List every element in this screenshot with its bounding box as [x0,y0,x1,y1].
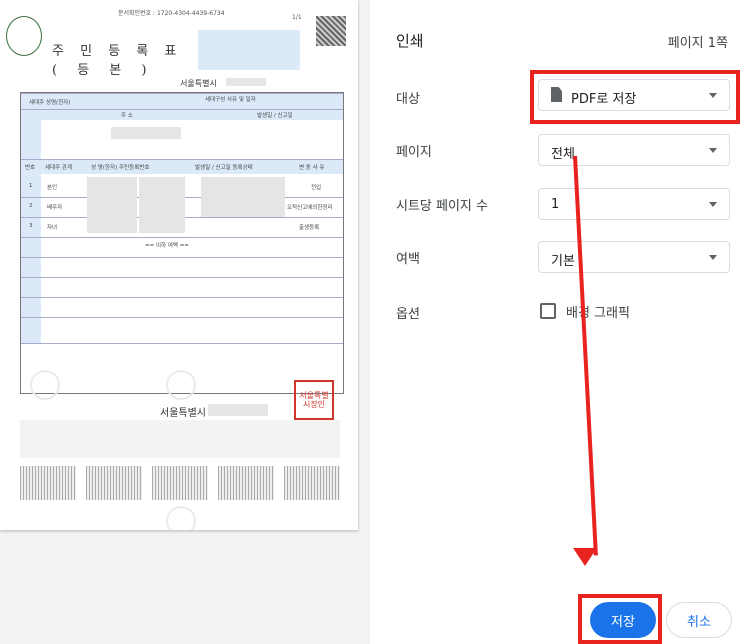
document-page-preview[interactable]: 문서확인번호 : 1720-4304-4439-6734 1/1 주 민 등 록… [0,0,358,530]
header-address: 주 소 [121,113,133,119]
cancel-button[interactable]: 취소 [666,602,732,638]
resident-registration-table: 세대주 성명(한자) 세대구성 사유 및 일자 주 소 발생일 / 신고일 번호… [20,92,344,394]
document-subtitle: ( 등 본 ) [52,63,155,78]
pages-per-sheet-value: 1 [551,197,560,212]
row-3-no: 3 [29,223,33,229]
background-graphics-checkbox[interactable] [540,303,556,319]
page-count: 페이지 1쪽 [667,36,728,51]
destination-highlight-box [530,70,740,124]
barcode-5 [284,466,340,500]
header-relation: 세대구성 사유 및 일자 [205,97,256,103]
row-2-no: 2 [29,203,33,209]
barcode-3 [152,466,208,500]
pages-per-sheet-label: 시트당 페이지 수 [396,199,488,214]
barcode-2 [86,466,142,500]
footnotes [20,420,340,458]
qr-code-top [316,16,346,46]
row-2-reason: 오적신고에의한정리 [287,205,333,211]
margins-select[interactable]: 기본 [538,241,730,273]
row-1-reason: 전입 [311,185,322,191]
chevron-down-icon [709,255,717,260]
save-highlight-box [578,594,662,644]
chevron-down-icon [709,148,717,153]
options-label: 옵션 [396,307,420,322]
row-1-rel: 본인 [47,185,58,191]
background-graphics-label[interactable]: 배경 그래픽 [566,302,630,321]
margins-value: 기본 [551,254,575,269]
row-3-rel: 자녀 [47,225,58,231]
print-title: 인쇄 [396,32,424,50]
gov-emblem [6,16,42,56]
row-3-reason: 출생등록 [299,225,320,231]
chevron-down-icon [709,202,717,207]
header-move-reason: 변 동 사 유 [299,165,325,171]
watermark-icon [166,370,196,400]
pages-value: 전체 [551,147,575,162]
redacted [226,78,266,86]
header-head-name: 세대주 성명(한자) [29,100,71,106]
barcode-4 [218,466,274,500]
row-2-rel: 배우자 [47,205,63,211]
doc-number: 문서확인번호 : 1720-4304-4439-6734 [118,10,225,17]
pages-per-sheet-select[interactable]: 1 [538,188,730,220]
header-member: 세대주 관계 [45,165,73,171]
header-member-name: 성 명(한자) 주민등록번호 [91,165,150,171]
header-date: 발생일 / 신고일 [257,113,293,119]
watermark-icon [166,506,196,530]
header-no: 번호 [25,165,36,171]
pages-select[interactable]: 전체 [538,134,730,166]
watermark-icon [30,370,60,400]
margins-label: 여백 [396,252,420,267]
certificate-notice-box [198,30,300,70]
page-fraction: 1/1 [292,14,302,21]
print-preview-pane: 문서확인번호 : 1720-4304-4439-6734 1/1 주 민 등 록… [0,0,370,644]
issuer-top: 서울특별시 [180,79,217,88]
annotation-arrow-head [573,548,597,566]
destination-label: 대상 [396,92,420,107]
row-1-no: 1 [29,183,33,189]
pages-label: 페이지 [396,145,432,160]
document-title: 주 민 등 록 표 [52,44,183,59]
issuer-bottom: 서울특별시 [160,408,206,419]
header-move-date: 발생일 / 신고일 등록상태 [195,165,253,171]
barcode-1 [20,466,76,500]
official-stamp: 서울특별시장인 [294,380,334,420]
end-marker: == 이하 여백 == [145,243,189,249]
